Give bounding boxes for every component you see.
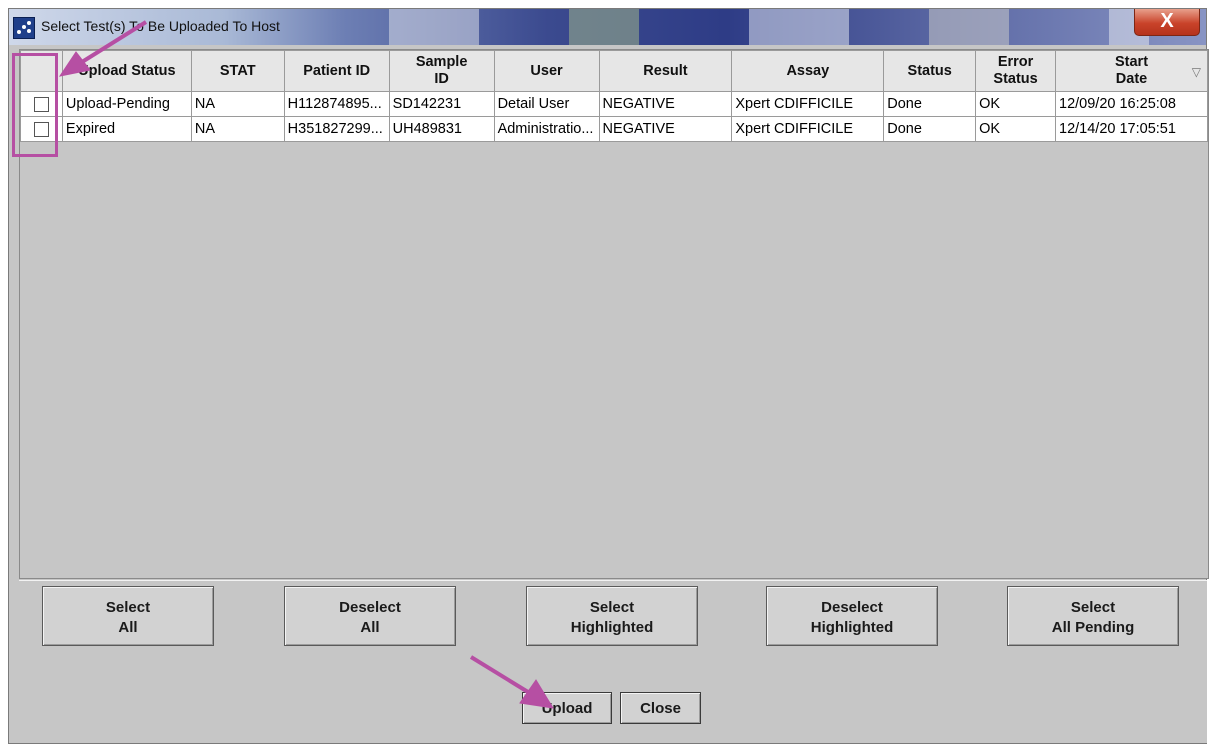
cell-patient-id: H351827299... <box>283 116 390 142</box>
column-header-sample-id[interactable]: Sample ID <box>388 50 495 92</box>
column-header-stat[interactable]: STAT <box>190 50 285 92</box>
column-header-error-status[interactable]: Error Status <box>975 50 1057 92</box>
cell-error-status: OK <box>975 116 1057 142</box>
row-select-cell <box>20 116 63 142</box>
cell-error-status: OK <box>975 91 1057 117</box>
cell-user: Detail User <box>493 91 600 117</box>
cell-assay: Xpert CDIFFICILE <box>731 91 885 117</box>
title-bar: Select Test(s) To Be Uploaded To Host X <box>9 9 1206 45</box>
cell-stat: NA <box>190 91 285 117</box>
column-header-user[interactable]: User <box>493 50 600 92</box>
cell-user: Administratio... <box>493 116 600 142</box>
select-all-pending-button[interactable]: Select All Pending <box>1007 586 1179 646</box>
tests-table-area: Upload Status STAT Patient ID Sample ID U… <box>19 49 1209 579</box>
cell-start-date: 12/09/20 16:25:08 <box>1055 91 1208 117</box>
deselect-all-button[interactable]: Deselect All <box>284 586 456 646</box>
column-header-result[interactable]: Result <box>598 50 733 92</box>
row-checkbox[interactable] <box>33 121 49 137</box>
column-header-select[interactable] <box>20 50 63 92</box>
cell-upload-status: Upload-Pending <box>61 91 192 117</box>
tests-table: Upload Status STAT Patient ID Sample ID U… <box>20 50 1208 142</box>
sort-descending-icon[interactable]: ▽ <box>1192 64 1201 81</box>
close-x-icon[interactable]: X <box>1134 9 1200 36</box>
cell-result: NEGATIVE <box>598 116 733 142</box>
cell-patient-id: H112874895... <box>283 91 390 117</box>
cell-status: Done <box>883 91 977 117</box>
cell-assay: Xpert CDIFFICILE <box>731 116 885 142</box>
app-window-icon <box>13 17 35 39</box>
table-header-row: Upload Status STAT Patient ID Sample ID U… <box>20 50 1208 92</box>
cell-upload-status: Expired <box>61 116 192 142</box>
table-row[interactable]: Upload-Pending NA H112874895... SD142231… <box>20 91 1208 117</box>
upload-button[interactable]: Upload <box>522 692 612 724</box>
deselect-highlighted-button[interactable]: Deselect Highlighted <box>766 586 938 646</box>
close-button[interactable]: Close <box>620 692 701 724</box>
window-title: Select Test(s) To Be Uploaded To Host <box>41 18 280 34</box>
select-all-button[interactable]: Select All <box>42 586 214 646</box>
cell-start-date: 12/14/20 17:05:51 <box>1055 116 1208 142</box>
cell-stat: NA <box>190 116 285 142</box>
cell-sample-id: UH489831 <box>388 116 495 142</box>
cell-sample-id: SD142231 <box>388 91 495 117</box>
column-header-patient-id[interactable]: Patient ID <box>283 50 390 92</box>
cell-result: NEGATIVE <box>598 91 733 117</box>
column-header-upload-status[interactable]: Upload Status <box>61 50 192 92</box>
row-select-cell <box>20 91 63 117</box>
column-header-start-date[interactable]: Start Date ▽ <box>1055 50 1208 92</box>
column-header-status[interactable]: Status <box>883 50 977 92</box>
table-row[interactable]: Expired NA H351827299... UH489831 Admini… <box>20 116 1208 142</box>
cell-status: Done <box>883 116 977 142</box>
row-checkbox[interactable] <box>33 96 49 112</box>
column-header-assay[interactable]: Assay <box>731 50 885 92</box>
select-highlighted-button[interactable]: Select Highlighted <box>526 586 698 646</box>
